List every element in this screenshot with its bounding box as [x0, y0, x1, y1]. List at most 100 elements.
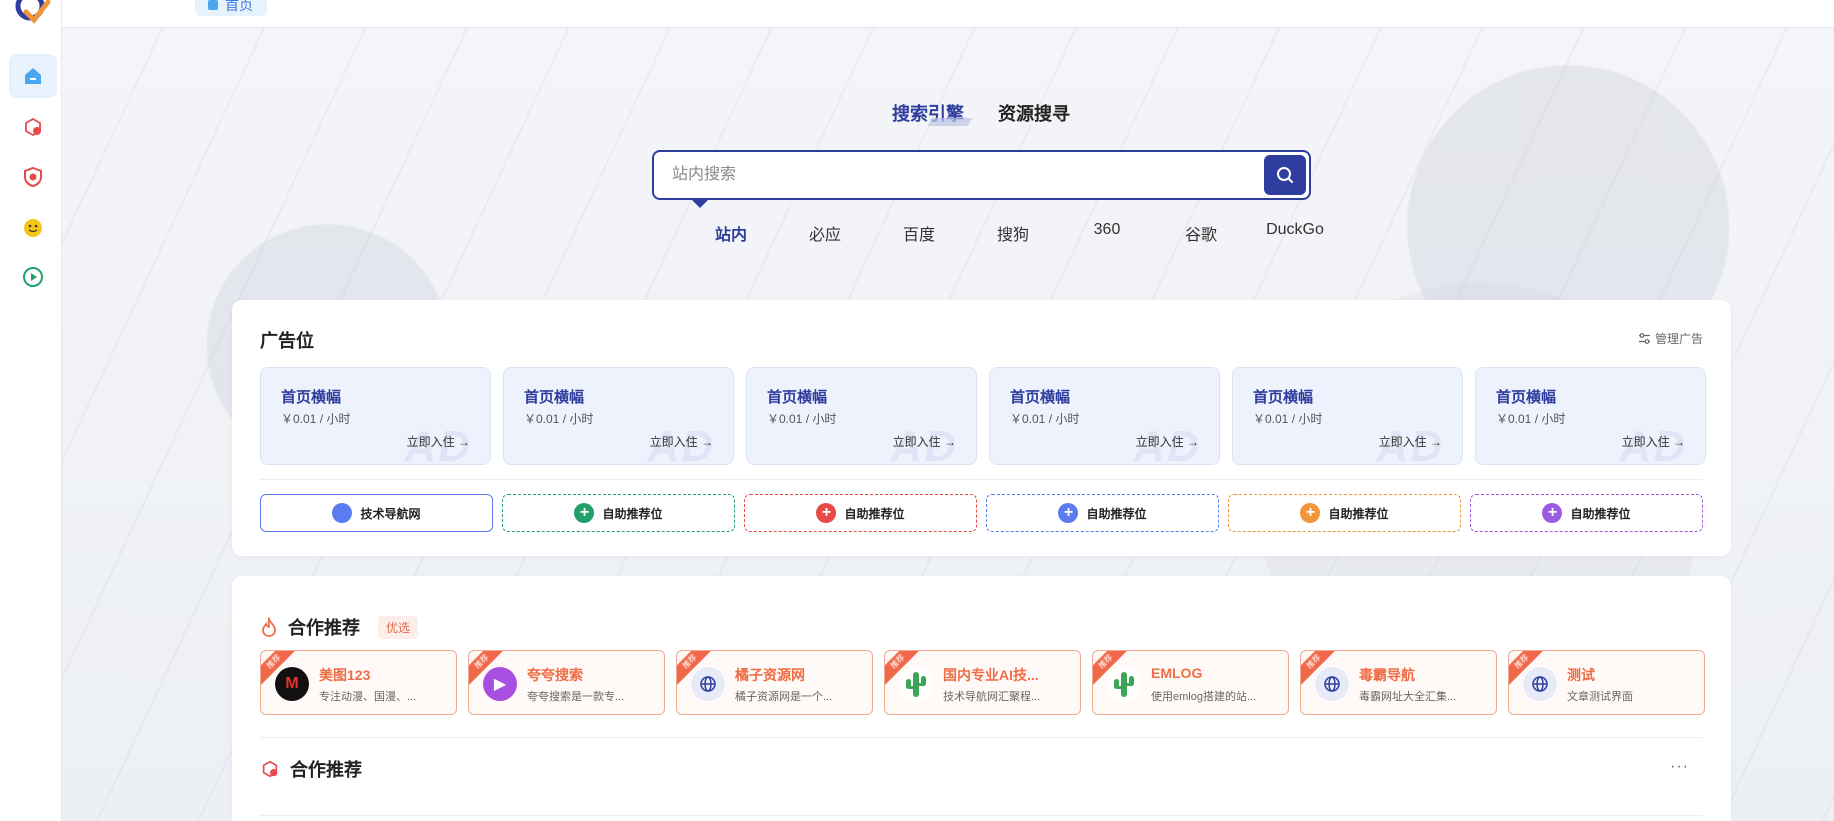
- ad-banner-slot[interactable]: AD 首页横幅 ￥0.01 / 小时 立即入住 →: [1232, 367, 1463, 465]
- engine-360[interactable]: 360: [1060, 221, 1154, 245]
- self-recommend-slot[interactable]: + 自助推荐位: [1228, 494, 1461, 532]
- ad-banner-list: AD 首页横幅 ￥0.01 / 小时 立即入住 → AD 首页横幅 ￥0.01 …: [260, 367, 1706, 465]
- partner-name: 美图123: [319, 667, 371, 683]
- search-section: 搜索引擎 资源搜寻 站内 必应 百度 搜狗 360 谷歌 DuckGo: [62, 28, 1834, 298]
- partner-name: EMLOG: [1151, 665, 1203, 681]
- self-recommend-label: 自助推荐位: [844, 506, 905, 521]
- sidebar-item-play[interactable]: [9, 255, 57, 299]
- search-icon: [1277, 167, 1293, 183]
- search-engine-list: 站内 必应 百度 搜狗 360 谷歌 DuckGo: [684, 221, 1342, 245]
- slot-dot-icon: [332, 503, 353, 523]
- partner-logo-icon: ▶: [483, 667, 517, 701]
- partner-card[interactable]: 推荐 测试 文章测试界面: [1508, 650, 1705, 715]
- sidebar: [0, 0, 62, 821]
- ad-slot-cta[interactable]: 立即入住 →: [1622, 433, 1685, 450]
- self-recommend-label: 自助推荐位: [1328, 506, 1389, 521]
- divider: [260, 479, 1703, 480]
- plus-icon: +: [1542, 503, 1563, 523]
- emoji-icon: [24, 219, 42, 237]
- partner-logo-icon: [691, 667, 725, 701]
- partner-logo-icon: [1107, 667, 1141, 701]
- divider: [260, 737, 1703, 738]
- ad-slot-price: ￥0.01 / 小时: [1253, 412, 1323, 426]
- partner-card[interactable]: 推荐 毒霸导航 毒霸网址大全汇集...: [1300, 650, 1497, 715]
- partner-card[interactable]: 推荐 ▶ 夸夸搜索 夸夸搜索是一款专...: [468, 650, 665, 715]
- partner-name: 国内专业AI技...: [943, 667, 1039, 683]
- partner-section: 合作推荐 优选 推荐 M 美图123 专注动漫、国漫、... 推荐 ▶ 夸夸搜索…: [232, 576, 1731, 821]
- partner-desc: 技术导航网汇聚程...: [943, 691, 1041, 703]
- ad-slot-cta[interactable]: 立即入住 →: [1136, 433, 1199, 450]
- sidebar-item-shield[interactable]: [9, 155, 57, 199]
- partner-name: 夸夸搜索: [527, 667, 583, 683]
- ad-slot-cta[interactable]: 立即入住 →: [407, 433, 470, 450]
- self-recommend-slot[interactable]: + 自助推荐位: [744, 494, 977, 532]
- more-options-button[interactable]: ···: [1670, 758, 1689, 776]
- search-button[interactable]: [1264, 155, 1306, 195]
- sidebar-item-home[interactable]: [9, 54, 57, 98]
- ad-slot-cta[interactable]: 立即入住 →: [1379, 433, 1442, 450]
- engine-sogou[interactable]: 搜狗: [966, 221, 1060, 245]
- plus-icon: +: [1058, 503, 1079, 523]
- partner-logo-icon: M: [275, 667, 309, 701]
- ad-section: 广告位 管理广告 AD 首页横幅 ￥0.01 / 小时 立即入住 → AD 首页…: [232, 300, 1731, 556]
- partner-desc: 毒霸网址大全汇集...: [1359, 691, 1457, 703]
- manage-ad-link[interactable]: 管理广告: [1638, 330, 1703, 347]
- flame-icon: [262, 617, 276, 637]
- tab-resource-search[interactable]: 资源搜寻: [998, 100, 1070, 126]
- partner-card[interactable]: 推荐 EMLOG 使用emlog搭建的站...: [1092, 650, 1289, 715]
- ad-slot-price: ￥0.01 / 小时: [281, 412, 351, 426]
- partner-desc: 文章测试界面: [1567, 691, 1633, 703]
- ad-banner-slot[interactable]: AD 首页横幅 ￥0.01 / 小时 立即入住 →: [260, 367, 491, 465]
- featured-badge: 优选: [378, 615, 419, 639]
- engine-duckgo[interactable]: DuckGo: [1248, 221, 1342, 245]
- shield-icon: [24, 166, 42, 188]
- ad-slot-price: ￥0.01 / 小时: [524, 412, 594, 426]
- partner-header-2: 合作推荐: [260, 756, 362, 782]
- partner-card[interactable]: 推荐 国内专业AI技... 技术导航网汇聚程...: [884, 650, 1081, 715]
- engine-google[interactable]: 谷歌: [1154, 221, 1248, 245]
- sidebar-item-emoji[interactable]: [9, 205, 57, 249]
- ad-slot-cta[interactable]: 立即入住 →: [893, 433, 956, 450]
- ad-banner-slot[interactable]: AD 首页横幅 ￥0.01 / 小时 立即入住 →: [1475, 367, 1706, 465]
- site-logo-icon[interactable]: [12, 0, 52, 26]
- tab-search-engine[interactable]: 搜索引擎: [892, 100, 964, 126]
- partner-desc: 使用emlog搭建的站...: [1151, 691, 1257, 703]
- partner-title: 合作推荐: [288, 618, 360, 638]
- ad-banner-slot[interactable]: AD 首页横幅 ￥0.01 / 小时 立即入住 →: [746, 367, 977, 465]
- ad-slot-price: ￥0.01 / 小时: [1496, 412, 1566, 426]
- search-tabs: 搜索引擎 资源搜寻: [892, 100, 1070, 126]
- partner-card[interactable]: 推荐 M 美图123 专注动漫、国漫、...: [260, 650, 457, 715]
- partner-logo-icon: [1523, 667, 1557, 701]
- engine-baidu[interactable]: 百度: [872, 221, 966, 245]
- partner-desc: 橘子资源网是一个...: [735, 691, 833, 703]
- ad-section-title: 广告位: [260, 331, 314, 351]
- engine-indicator: [692, 200, 708, 208]
- self-recommend-slot[interactable]: 技术导航网: [260, 494, 493, 532]
- tab-home-label: 首页: [225, 0, 253, 13]
- plus-icon: +: [574, 503, 595, 523]
- partner-card[interactable]: 推荐 橘子资源网 橘子资源网是一个...: [676, 650, 873, 715]
- cube-icon: [262, 760, 278, 778]
- partner-desc: 夸夸搜索是一款专...: [527, 691, 625, 703]
- self-recommend-slot[interactable]: + 自助推荐位: [1470, 494, 1703, 532]
- engine-bing[interactable]: 必应: [778, 221, 872, 245]
- settings-sliders-icon: [1638, 333, 1650, 344]
- ad-banner-slot[interactable]: AD 首页横幅 ￥0.01 / 小时 立即入住 →: [989, 367, 1220, 465]
- cube-icon: [25, 117, 41, 137]
- engine-site[interactable]: 站内: [684, 221, 778, 245]
- ad-banner-slot[interactable]: AD 首页横幅 ￥0.01 / 小时 立即入住 →: [503, 367, 734, 465]
- ad-slot-cta[interactable]: 立即入住 →: [650, 433, 713, 450]
- tab-home[interactable]: 首页: [195, 0, 267, 16]
- partner-name: 测试: [1567, 667, 1595, 683]
- menu-toggle-button[interactable]: [94, 0, 112, 10]
- self-recommend-label: 自助推荐位: [1570, 506, 1631, 521]
- sidebar-item-cube[interactable]: [9, 105, 57, 149]
- self-recommend-label: 自助推荐位: [602, 506, 663, 521]
- divider: [260, 815, 1703, 816]
- ad-slot-title: 首页横幅: [1496, 389, 1557, 406]
- self-recommend-slot[interactable]: + 自助推荐位: [502, 494, 735, 532]
- self-recommend-slot[interactable]: + 自助推荐位: [986, 494, 1219, 532]
- play-circle-icon: [23, 267, 43, 287]
- search-input[interactable]: [672, 152, 1232, 198]
- ad-slot-title: 首页横幅: [281, 389, 342, 406]
